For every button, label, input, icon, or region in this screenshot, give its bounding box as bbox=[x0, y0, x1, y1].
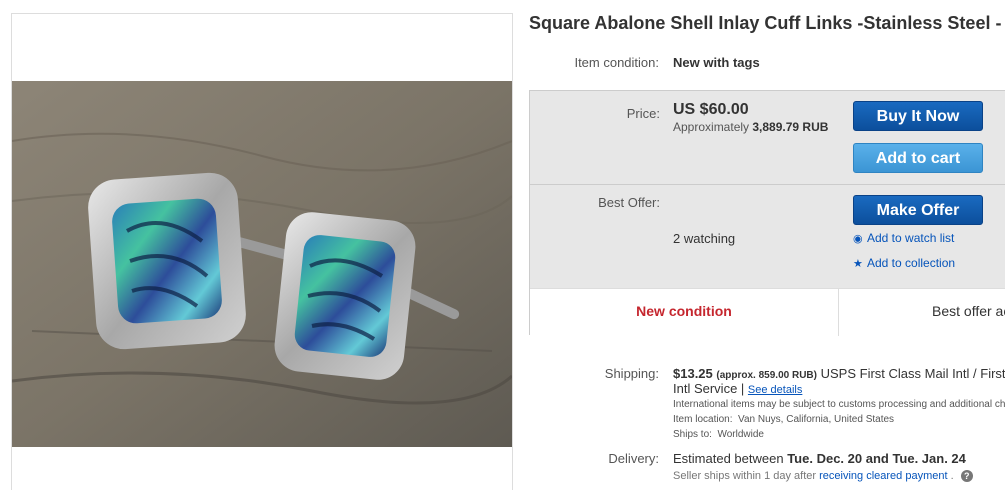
customs-note: International items may be subject to cu… bbox=[673, 399, 1005, 410]
price-label: Price: bbox=[626, 106, 660, 121]
item-location-value: Van Nuys, California, United States bbox=[738, 414, 895, 425]
make-offer-button[interactable]: Make Offer bbox=[853, 195, 983, 225]
price-section: Price: US $60.00 Approximately 3,889.79 … bbox=[530, 91, 1005, 185]
shipping-service-cont: Intl Service bbox=[673, 381, 738, 396]
best-offer-badge: Best offer accepted bbox=[932, 303, 1005, 319]
shipping-approx: (approx. 859.00 RUB) bbox=[716, 370, 817, 381]
question-icon[interactable]: ? bbox=[960, 470, 973, 482]
delivery-dates: Tue. Dec. 20 and Tue. Jan. 24 bbox=[787, 451, 966, 466]
condition-label: Item condition: bbox=[574, 55, 659, 70]
cleared-payment-link[interactable]: receiving cleared payment bbox=[819, 470, 947, 482]
best-offer-label: Best Offer: bbox=[598, 195, 660, 210]
watching-count: 2 watching bbox=[673, 231, 736, 246]
condition-value: New with tags bbox=[673, 55, 760, 70]
item-location-label: Item location: bbox=[673, 414, 733, 425]
delivery-label: Delivery: bbox=[608, 451, 659, 466]
approx-prefix: Approximately bbox=[673, 120, 750, 134]
delivery-estimate: Estimated between Tue. Dec. 20 and Tue. … bbox=[673, 451, 966, 466]
buy-it-now-button[interactable]: Buy It Now bbox=[853, 101, 983, 131]
shipping-cost-line: $13.25 (approx. 859.00 RUB) USPS First C… bbox=[673, 366, 1005, 381]
product-photo[interactable] bbox=[12, 81, 512, 447]
ships-to-value: Worldwide bbox=[717, 429, 764, 440]
delivery-prefix: Estimated between bbox=[673, 451, 784, 466]
shipping-service-line: Intl Service | See details bbox=[673, 381, 803, 396]
badge-divider bbox=[838, 289, 839, 336]
add-to-collection-link[interactable]: ★ Add to collection bbox=[853, 256, 955, 270]
shipping-cost: $13.25 bbox=[673, 366, 713, 381]
star-icon: ★ bbox=[853, 258, 863, 270]
approx-value: 3,889.79 RUB bbox=[752, 120, 829, 134]
shipping-service: USPS First Class Mail Intl / First Class… bbox=[820, 366, 1005, 381]
image-panel bbox=[11, 13, 513, 490]
new-condition-badge: New condition bbox=[636, 303, 732, 319]
shipping-label: Shipping: bbox=[604, 366, 659, 381]
eye-icon: ◉ bbox=[853, 233, 863, 245]
see-details-link[interactable]: See details bbox=[748, 384, 802, 396]
purchase-box: Price: US $60.00 Approximately 3,889.79 … bbox=[529, 90, 1005, 336]
add-to-watch-list-link[interactable]: ◉ Add to watch list bbox=[853, 231, 954, 245]
best-offer-section: Best Offer: Make Offer 2 watching ◉ Add t… bbox=[530, 185, 1005, 288]
listing-page: Square Abalone Shell Inlay Cuff Links -S… bbox=[0, 0, 1005, 490]
watch-list-label: Add to watch list bbox=[867, 231, 955, 245]
price-amount: US $60.00 bbox=[673, 101, 749, 118]
seller-note-text: Seller ships within 1 day after bbox=[673, 470, 817, 482]
listing-title: Square Abalone Shell Inlay Cuff Links -S… bbox=[529, 13, 1005, 33]
price-approx: Approximately 3,889.79 RUB bbox=[673, 120, 828, 134]
badges-section: New condition Best offer accepted bbox=[530, 288, 1005, 336]
add-to-cart-button[interactable]: Add to cart bbox=[853, 143, 983, 173]
ships-to: Ships to: Worldwide bbox=[673, 429, 764, 440]
ships-to-label: Ships to: bbox=[673, 429, 712, 440]
collection-label: Add to collection bbox=[867, 256, 956, 270]
item-location: Item location: Van Nuys, California, Uni… bbox=[673, 414, 894, 425]
seller-ship-note: Seller ships within 1 day after receivin… bbox=[673, 470, 973, 482]
